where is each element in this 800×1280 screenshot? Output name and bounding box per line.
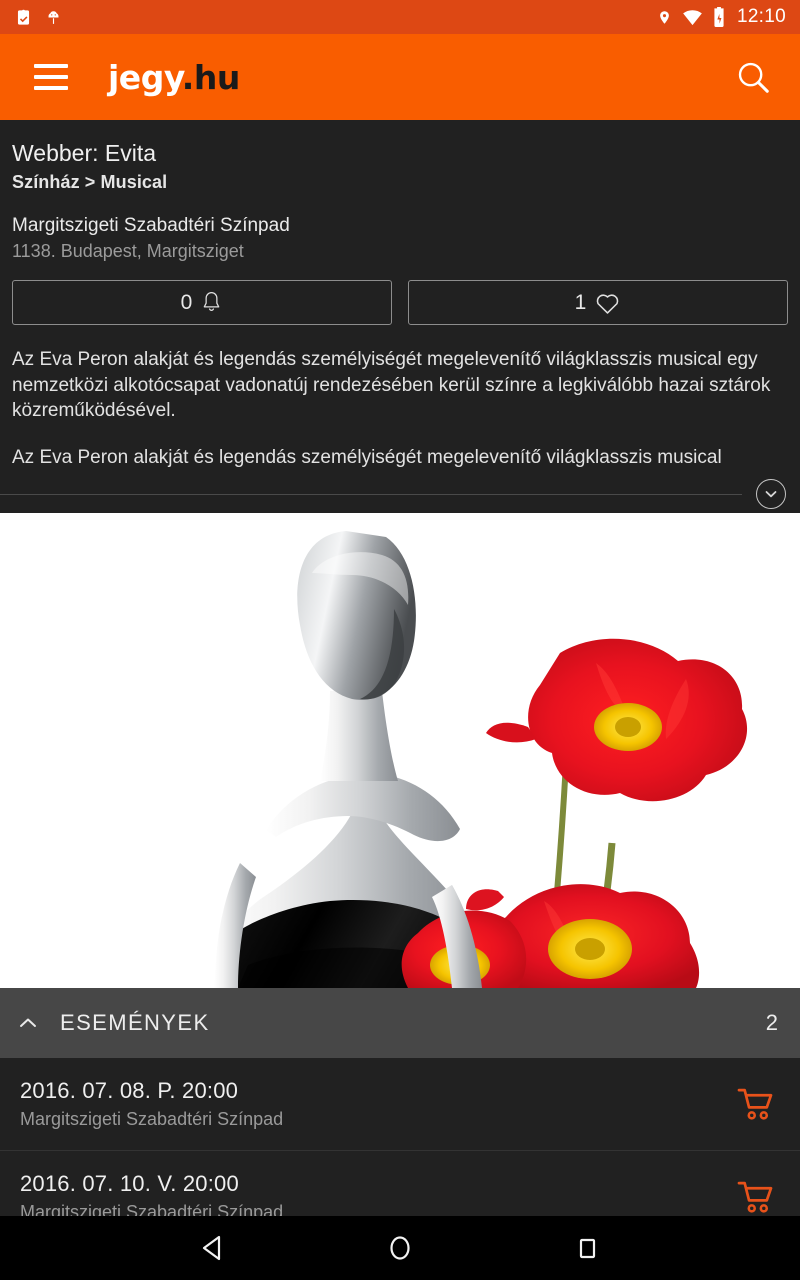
app-bar: jegy.hu (0, 34, 800, 120)
status-bar-clock: 12:10 (736, 6, 786, 27)
android-debug-icon (48, 10, 59, 24)
app-screen: 12:10 jegy.hu Webber: Evita Színház > Mu… (0, 0, 800, 1280)
nav-home-button[interactable] (370, 1218, 430, 1278)
battery-charging-icon (714, 7, 724, 27)
add-to-cart-button[interactable] (734, 1175, 778, 1216)
app-logo: jegy.hu (108, 58, 240, 97)
event-date: 2016. 07. 08. P. 20:00 (20, 1078, 239, 1104)
table-row[interactable]: 2016. 07. 10. V. 20:00 Margitszigeti Sza… (0, 1151, 800, 1216)
circle-home-icon (390, 1236, 410, 1260)
table-row[interactable]: 2016. 07. 08. P. 20:00 Margitszigeti Sza… (0, 1058, 800, 1152)
add-to-cart-button[interactable] (734, 1082, 778, 1126)
heart-icon (597, 294, 619, 315)
events-list: 2016. 07. 08. P. 20:00 Margitszigeti Sza… (0, 1058, 800, 1216)
status-bar: 12:10 (0, 0, 800, 34)
chevron-down-circle-icon (765, 491, 777, 498)
nav-back-button[interactable] (183, 1218, 243, 1278)
nav-recents-button[interactable] (557, 1218, 617, 1278)
clipboard-check-icon (17, 9, 30, 25)
divider (0, 493, 742, 495)
events-section-count: 2 (765, 1010, 778, 1036)
description-expand-row (0, 476, 800, 513)
status-bar-right-icons: 12:10 (657, 6, 786, 28)
event-row-texts: 2016. 07. 08. P. 20:00 Margitszigeti Sza… (20, 1078, 283, 1130)
brand-name: jegy (108, 57, 182, 97)
status-bar-left-icons (14, 8, 62, 27)
venue-name: Margitszigeti Szabadtéri Színpad (12, 215, 290, 237)
poster-artwork (0, 513, 800, 989)
events-section-header[interactable]: ESEMÉNYEK 2 (0, 988, 800, 1059)
favorite-button[interactable]: 1 (408, 280, 788, 326)
wifi-icon (683, 9, 702, 25)
chevron-up-icon (20, 1018, 36, 1028)
collapse-section-button[interactable] (14, 1016, 42, 1030)
event-row-texts: 2016. 07. 10. V. 20:00 Margitszigeti Sza… (20, 1171, 283, 1216)
breadcrumb[interactable]: Színház > Musical (12, 172, 788, 193)
brand-tld: .hu (181, 57, 241, 97)
page-title: Webber: Evita (12, 140, 157, 166)
action-buttons: 0 1 (12, 280, 788, 326)
bell-icon (204, 291, 220, 311)
expand-description-button[interactable] (756, 479, 786, 510)
shopping-cart-icon (737, 1181, 773, 1213)
event-venue: Margitszigeti Szabadtéri Színpad (20, 1202, 284, 1216)
notify-button[interactable]: 0 (12, 280, 392, 326)
events-section-title: ESEMÉNYEK (60, 1010, 210, 1036)
event-detail-header: Webber: Evita Színház > Musical Margitsz… (0, 120, 800, 326)
notify-count: 0 (180, 291, 193, 315)
venue-address: 1138. Budapest, Margitsziget (12, 241, 244, 262)
location-pin-icon (660, 10, 669, 24)
event-date: 2016. 07. 10. V. 20:00 (20, 1171, 239, 1197)
shopping-cart-icon (737, 1088, 773, 1120)
event-venue: Margitszigeti Szabadtéri Színpad (20, 1109, 284, 1130)
event-description: Az Eva Peron alakját és legendás személy… (0, 347, 800, 469)
event-poster-image[interactable] (0, 513, 800, 989)
description-paragraph: Az Eva Peron alakját és legendás személy… (12, 446, 722, 468)
description-paragraph: Az Eva Peron alakját és legendás személy… (12, 349, 771, 421)
square-recents-icon (579, 1238, 595, 1259)
favorite-count: 1 (574, 291, 587, 315)
triangle-back-icon (203, 1235, 221, 1261)
search-button[interactable] (730, 54, 776, 100)
search-icon (738, 62, 769, 93)
android-navigation-bar (0, 1216, 800, 1280)
hamburger-menu-icon[interactable] (34, 64, 68, 90)
